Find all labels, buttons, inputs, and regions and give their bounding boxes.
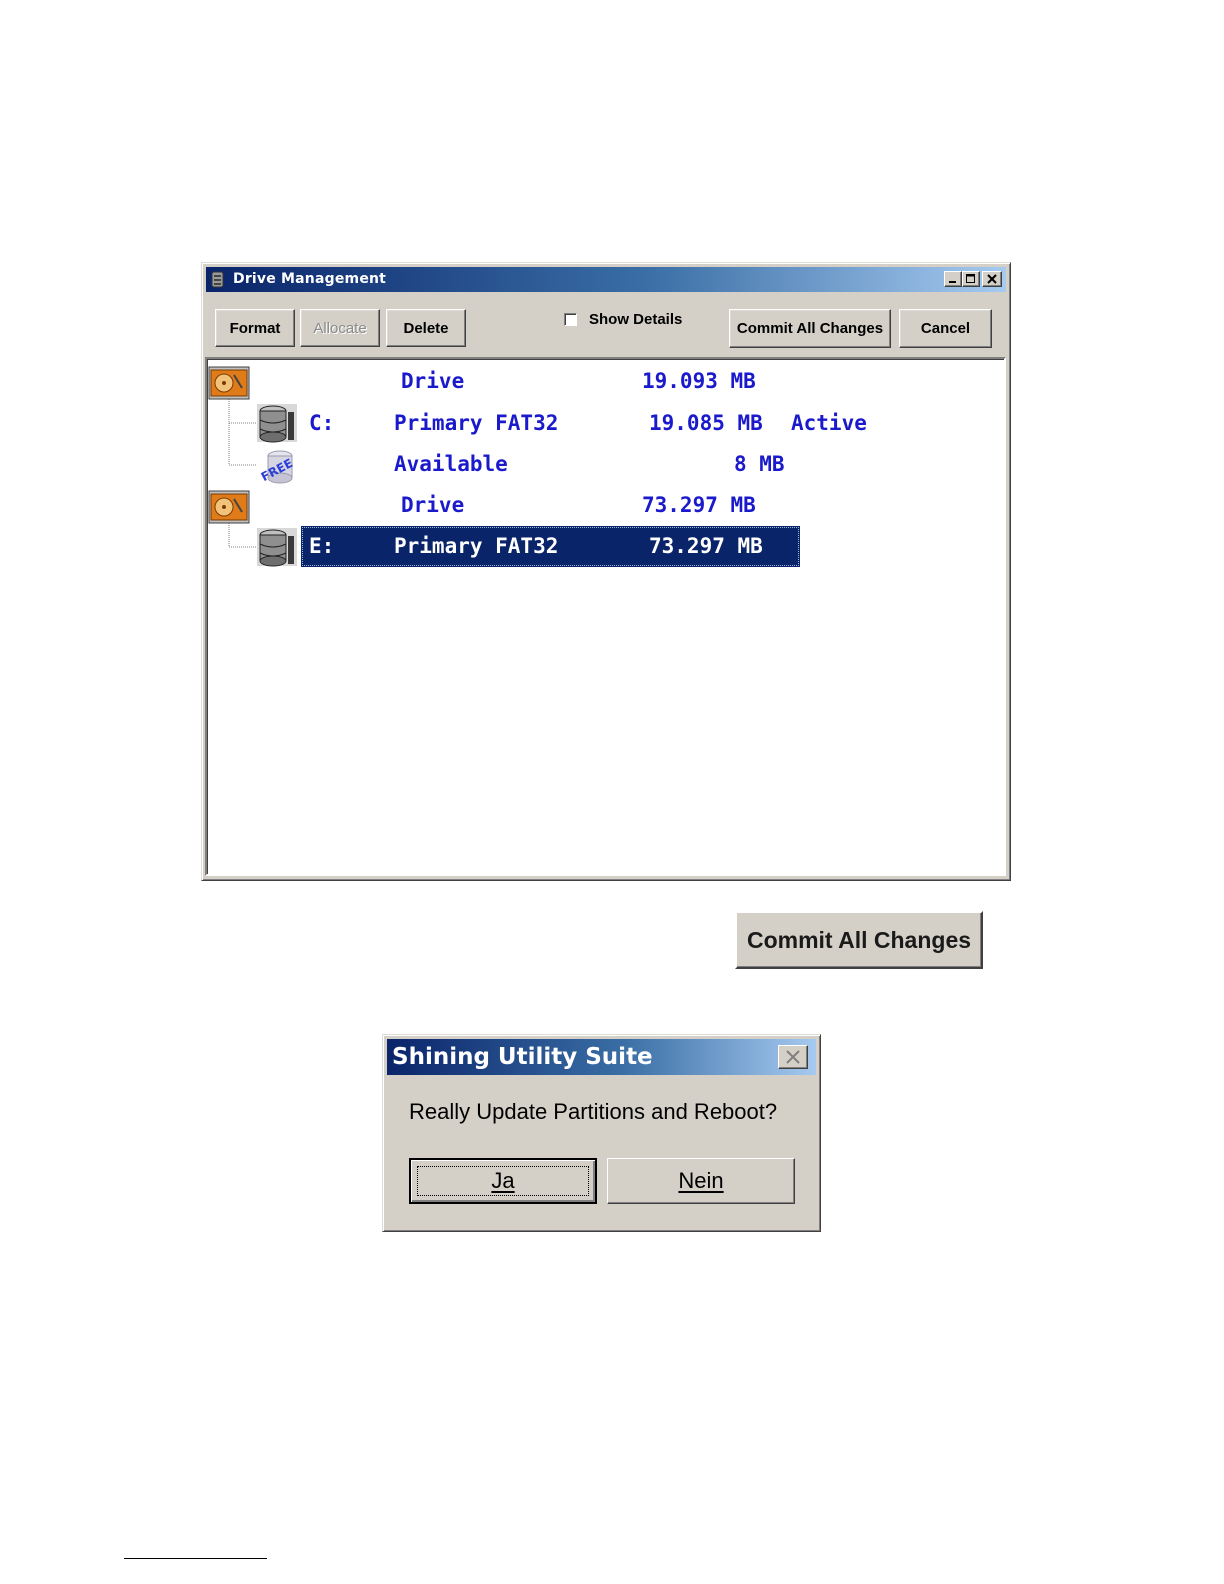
- delete-button[interactable]: Delete: [386, 309, 466, 347]
- allocate-label: Allocate: [313, 319, 367, 337]
- focus-rectangle: [417, 1166, 589, 1196]
- free-space-size: 8 MB: [734, 452, 785, 476]
- show-details-checkbox[interactable]: [564, 312, 577, 326]
- commit-all-changes-button-large[interactable]: Commit All Changes: [735, 911, 983, 969]
- database-icon: [257, 404, 297, 443]
- format-label: Format: [229, 319, 281, 337]
- close-button[interactable]: [982, 271, 1002, 287]
- partition-e-size: 73.297 MB: [649, 534, 763, 558]
- footnote-divider: [124, 1558, 267, 1559]
- delete-label: Delete: [403, 319, 449, 337]
- maximize-icon: [966, 274, 975, 283]
- commit-label: Commit All Changes: [736, 320, 884, 337]
- close-icon: [786, 1050, 800, 1064]
- commit-large-label: Commit All Changes: [746, 926, 972, 953]
- cancel-button[interactable]: Cancel: [899, 309, 992, 348]
- maximize-button[interactable]: [962, 271, 980, 287]
- show-details-label: Show Details: [589, 310, 683, 328]
- no-button[interactable]: Nein: [607, 1158, 795, 1204]
- app-icon: [211, 271, 224, 288]
- database-icon: [257, 528, 297, 567]
- partition-c-size: 19.085 MB: [649, 411, 763, 435]
- cancel-label: Cancel: [920, 320, 971, 337]
- drive-1-size: 19.093 MB: [642, 369, 756, 393]
- partition-c-letter: C:: [309, 411, 335, 435]
- drive-1-type: Drive: [401, 369, 465, 393]
- format-button[interactable]: Format: [215, 309, 295, 347]
- confirm-dialog: Shining Utility Suite Really Update Part…: [382, 1034, 821, 1232]
- drive-2-type: Drive: [401, 493, 465, 517]
- allocate-button[interactable]: Allocate: [300, 309, 380, 347]
- drive-2-size: 73.297 MB: [642, 493, 756, 517]
- yes-button[interactable]: Ja: [409, 1158, 597, 1204]
- partition-c-type: Primary FAT32: [394, 411, 559, 435]
- commit-all-changes-button[interactable]: Commit All Changes: [729, 309, 891, 348]
- minimize-button[interactable]: [944, 271, 962, 287]
- partition-e-letter: E:: [309, 534, 335, 558]
- partition-e-type: Primary FAT32: [394, 534, 559, 558]
- hard-disk-icon: [208, 490, 250, 524]
- free-space-icon: FREE: [259, 450, 295, 484]
- partition-c-flag: Active: [791, 411, 867, 435]
- window-title-bar[interactable]: Drive Management: [206, 267, 1006, 292]
- dialog-close-button[interactable]: [778, 1045, 808, 1069]
- dialog-title: Shining Utility Suite: [392, 1044, 653, 1070]
- close-icon: [987, 274, 997, 284]
- show-details-toggle[interactable]: Show Details: [564, 309, 682, 329]
- dialog-title-bar[interactable]: Shining Utility Suite: [387, 1039, 816, 1075]
- minimize-icon: [949, 281, 956, 283]
- no-label: Nein: [678, 1168, 724, 1193]
- hard-disk-icon: [208, 366, 250, 400]
- window-title: Drive Management: [233, 271, 387, 287]
- dialog-message: Really Update Partitions and Reboot?: [409, 1099, 778, 1124]
- free-space-type: Available: [394, 452, 508, 476]
